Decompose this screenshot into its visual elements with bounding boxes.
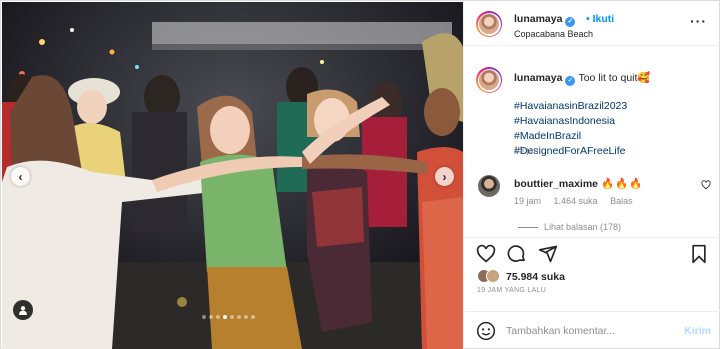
comment-time[interactable]: 19 jam: [514, 196, 541, 206]
post-actions: 75.984 suka 19 JAM YANG LALU: [464, 237, 720, 319]
chevron-left-icon: ‹: [18, 169, 23, 184]
bookmark-icon[interactable]: [689, 244, 709, 264]
caption-avatar[interactable]: [476, 67, 502, 93]
carousel-dot: [209, 315, 213, 319]
carousel-indicator: [202, 315, 255, 319]
post-modal: ‹ › lunamaya ✓ • Ikuti Copacabana Beach ·…: [0, 0, 720, 349]
comments-section: lunamaya ✓ Too lit to quit🥰 #HavaianasinBr…: [464, 47, 720, 237]
follow-button[interactable]: • Ikuti: [586, 13, 614, 25]
caption-time[interactable]: 19 jam: [514, 145, 541, 155]
commenter-username[interactable]: bouttier_maxime: [514, 178, 598, 190]
post-comment-button[interactable]: Kirim: [684, 325, 711, 337]
user-tag-icon: [19, 306, 27, 315]
post-header: lunamaya ✓ • Ikuti Copacabana Beach ···: [464, 2, 720, 46]
posted-ago[interactable]: 19 JAM YANG LALU: [477, 287, 546, 294]
emoji-icon[interactable]: [476, 321, 496, 341]
likes-count[interactable]: 75.984 suka: [506, 271, 565, 283]
heart-icon[interactable]: [476, 244, 496, 264]
carousel-dot: [251, 315, 255, 319]
carousel-dot: [230, 315, 234, 319]
view-replies-button[interactable]: Lihat balasan (178): [518, 222, 621, 232]
comment-input[interactable]: [506, 322, 671, 340]
comment-likes[interactable]: 1.464 suka: [554, 196, 598, 206]
liked-by-avatars: [477, 269, 500, 283]
comment-meta: 19 jam 1.464 suka Balas: [514, 196, 643, 206]
hashtag-link[interactable]: #HavaianasIndonesia: [514, 114, 627, 129]
carousel-dot: [223, 315, 227, 319]
carousel-dot: [202, 315, 206, 319]
comment-icon[interactable]: [507, 244, 527, 264]
reply-button[interactable]: Balas: [610, 196, 633, 206]
commenter-avatar[interactable]: [478, 175, 500, 197]
author-username[interactable]: lunamaya ✓: [514, 13, 576, 27]
post-side-panel: lunamaya ✓ • Ikuti Copacabana Beach ··· l…: [463, 2, 720, 349]
comment: bouttier_maxime 🔥🔥🔥: [514, 177, 643, 190]
comment-text: 🔥🔥🔥: [601, 178, 644, 190]
hashtag-link[interactable]: #MadeInBrazil: [514, 129, 627, 144]
verified-icon: ✓: [565, 76, 576, 86]
add-comment-bar: Kirim: [464, 311, 720, 349]
post-location[interactable]: Copacabana Beach: [514, 29, 593, 39]
party-photo-illustration: [2, 2, 463, 349]
carousel-dot: [216, 315, 220, 319]
verified-icon: ✓: [565, 17, 576, 27]
hashtag-link[interactable]: #HavaianasinBrazil2023: [514, 99, 627, 114]
carousel-dot: [244, 315, 248, 319]
next-photo-button[interactable]: ›: [435, 167, 454, 186]
author-avatar[interactable]: [476, 11, 502, 37]
previous-photo-button[interactable]: ‹: [11, 167, 30, 186]
share-icon[interactable]: [538, 244, 558, 264]
chevron-right-icon: ›: [442, 169, 447, 184]
post-photo[interactable]: ‹ ›: [2, 2, 463, 349]
tagged-users-button[interactable]: [13, 300, 33, 320]
caption-text: Too lit to quit🥰: [578, 72, 651, 84]
comment-like-heart-icon[interactable]: [701, 180, 711, 190]
caption-username[interactable]: lunamaya: [514, 72, 562, 84]
more-icon[interactable]: ···: [690, 14, 707, 28]
carousel-dot: [237, 315, 241, 319]
caption: lunamaya ✓ Too lit to quit🥰: [514, 71, 650, 86]
